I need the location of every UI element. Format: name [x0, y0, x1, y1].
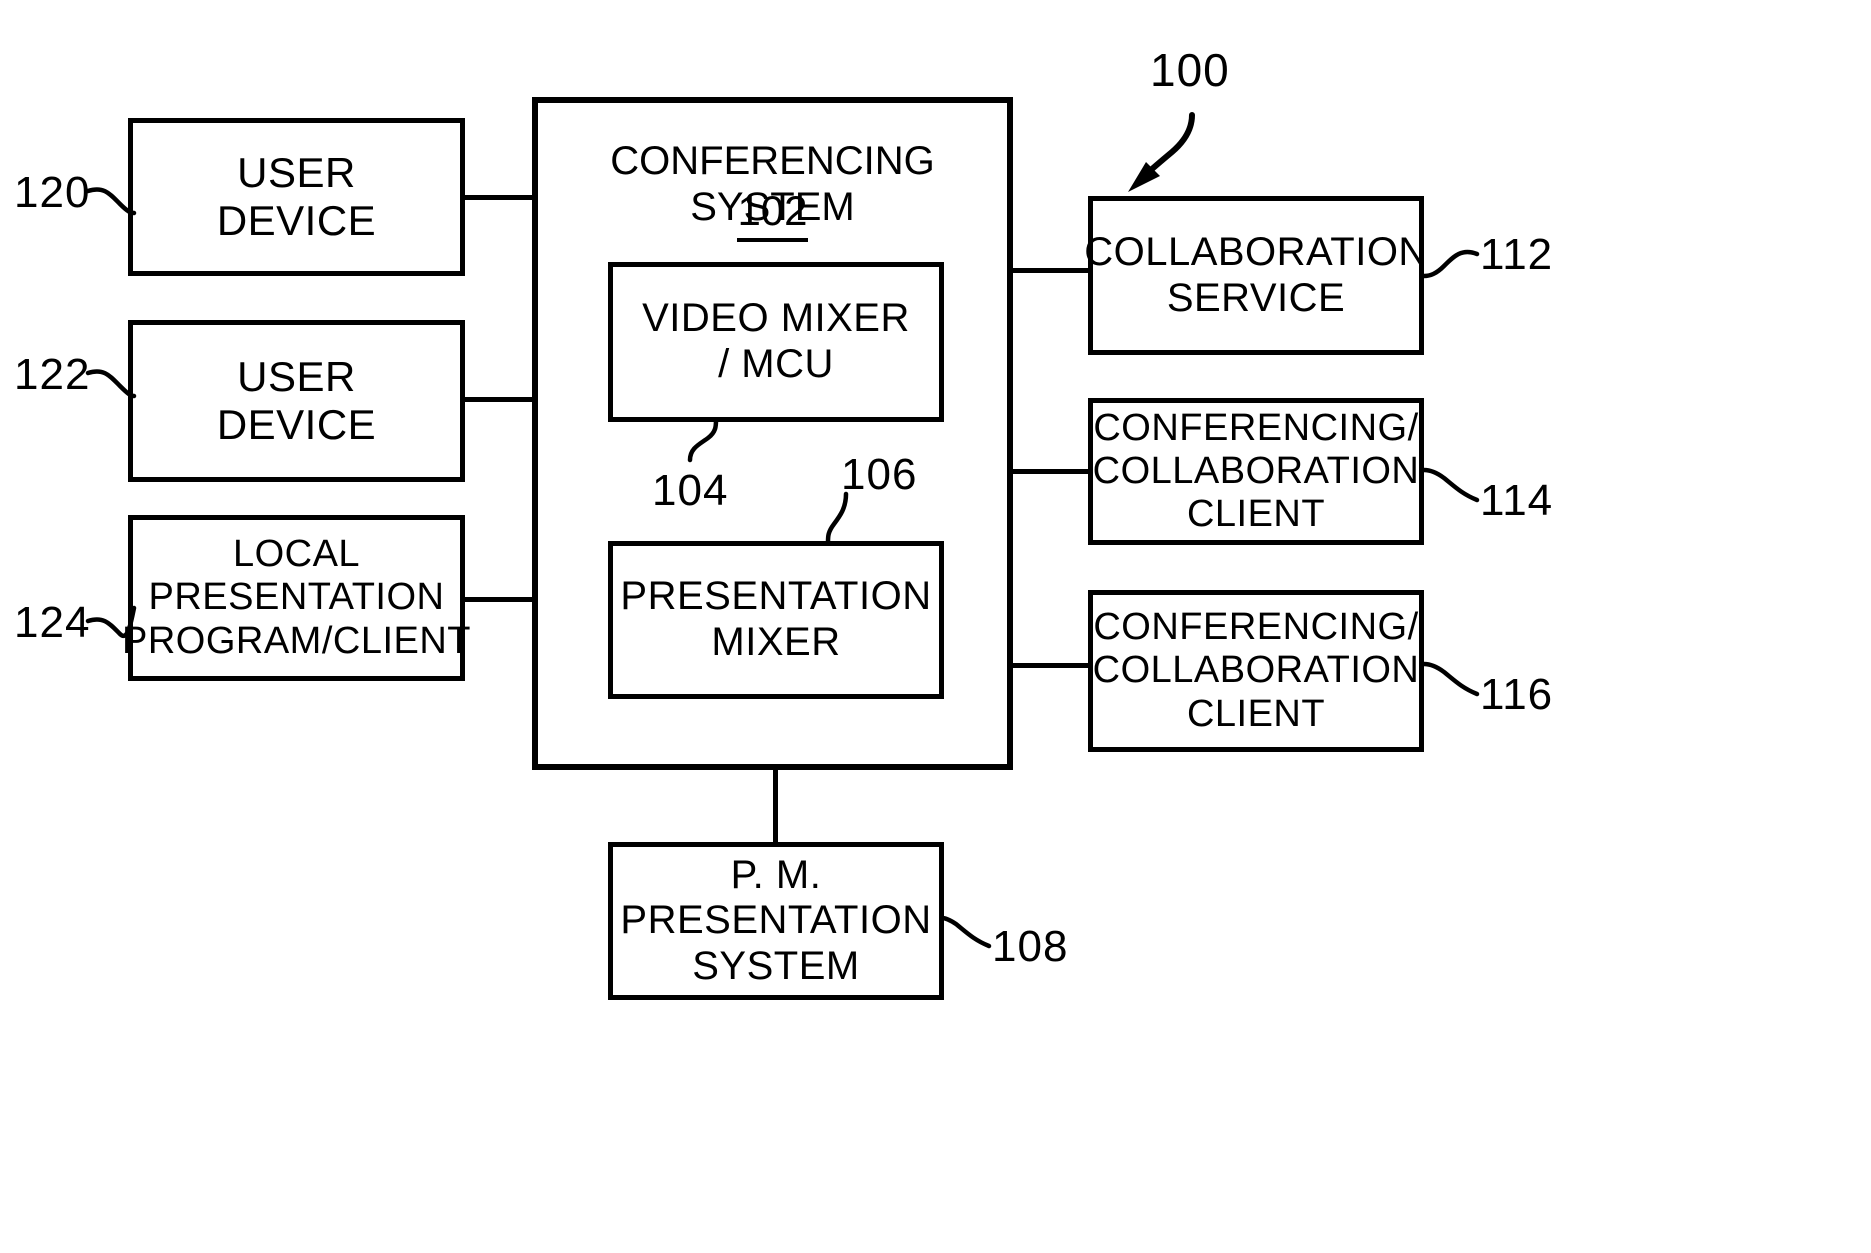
leader-114: [1421, 467, 1480, 503]
ref-numeral-124: 124: [14, 598, 91, 647]
figure-arrow-100: [1128, 112, 1195, 192]
leader-116: [1421, 661, 1480, 697]
user-device-120-box[interactable]: USER DEVICE: [128, 118, 465, 276]
ref-numeral-114: 114: [1480, 476, 1554, 525]
presentation-mixer-106-label: PRESENTATION MIXER: [620, 574, 932, 664]
ref-numeral-116: 116: [1480, 670, 1554, 719]
ref-numeral-100: 100: [1150, 44, 1230, 96]
ref-numeral-122: 122: [14, 350, 91, 399]
user-device-122-box[interactable]: USER DEVICE: [128, 320, 465, 482]
connector-system-to-conferencing-client-116: [1009, 663, 1093, 668]
connector-user-device-122-to-system: [462, 397, 537, 402]
conferencing-client-116-box[interactable]: CONFERENCING/ COLLABORATION CLIENT: [1088, 590, 1424, 752]
patent-figure-canvas: CONFERENCING SYSTEM 102 USER DEVICE USER…: [0, 0, 1871, 1253]
local-presentation-124-box[interactable]: LOCAL PRESENTATION PROGRAM/CLIENT: [122, 515, 471, 681]
ref-numeral-106: 106: [841, 450, 918, 499]
leader-108: [939, 915, 992, 949]
connector-system-to-pm-presentation-system: [773, 765, 778, 845]
conferencing-system-ref: 102: [540, 187, 1005, 242]
conferencing-system-ref-value: 102: [737, 187, 808, 242]
ref-numeral-120: 120: [14, 168, 91, 217]
conferencing-client-116-label: CONFERENCING/ COLLABORATION CLIENT: [1092, 606, 1420, 735]
collaboration-service-112-box[interactable]: COLLABORATION SERVICE: [1084, 196, 1427, 355]
local-presentation-124-label: LOCAL PRESENTATION PROGRAM/CLIENT: [121, 533, 472, 662]
connector-user-device-120-to-system: [462, 195, 537, 200]
user-device-120-label: USER DEVICE: [216, 149, 377, 244]
user-device-122-label: USER DEVICE: [216, 353, 377, 448]
collaboration-service-112-label: COLLABORATION SERVICE: [1084, 229, 1428, 320]
presentation-mixer-106-box[interactable]: PRESENTATION MIXER: [608, 541, 944, 699]
ref-numeral-112: 112: [1480, 230, 1554, 279]
conferencing-client-114-box[interactable]: CONFERENCING/ COLLABORATION CLIENT: [1088, 398, 1424, 545]
ref-numeral-108: 108: [992, 922, 1069, 971]
connector-system-to-conferencing-client-114: [1009, 469, 1093, 474]
ref-numeral-104: 104: [652, 466, 729, 515]
conferencing-client-114-label: CONFERENCING/ COLLABORATION CLIENT: [1092, 406, 1420, 536]
pm-presentation-system-108-label: P. M. PRESENTATION SYSTEM: [620, 852, 932, 988]
pm-presentation-system-108-box[interactable]: P. M. PRESENTATION SYSTEM: [608, 842, 944, 1000]
video-mixer-104-box[interactable]: VIDEO MIXER / MCU: [608, 262, 944, 422]
video-mixer-104-label: VIDEO MIXER / MCU: [642, 296, 910, 386]
